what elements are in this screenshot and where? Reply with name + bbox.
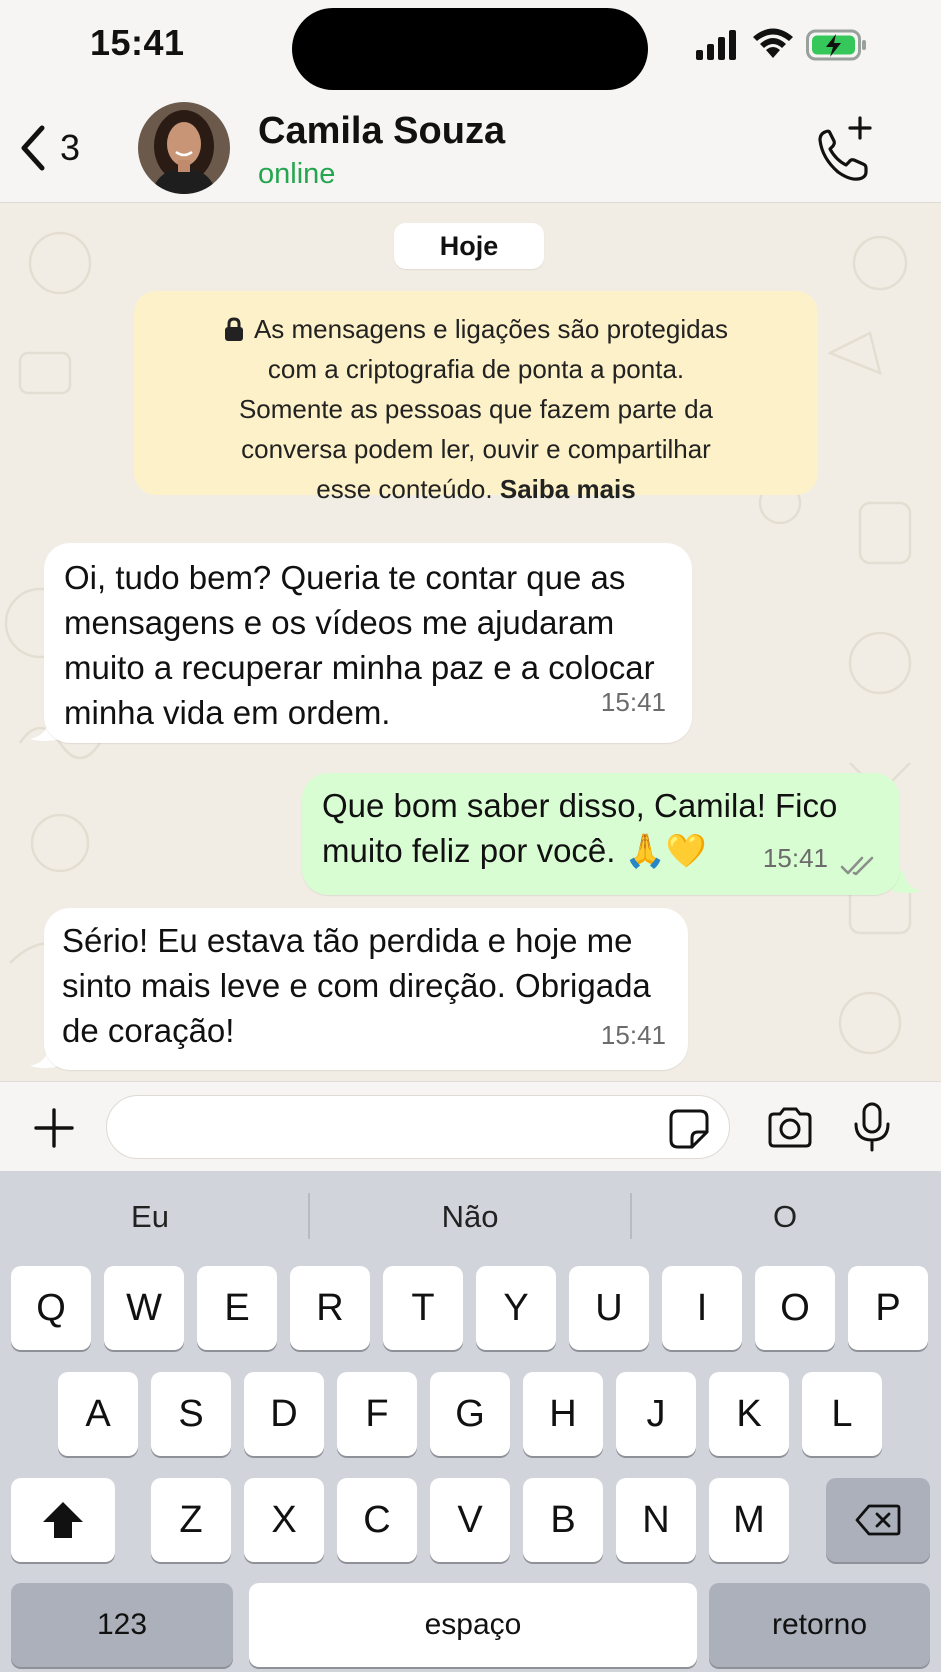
space-key[interactable]: espaço [249, 1583, 697, 1667]
back-button[interactable]: 3 [18, 118, 108, 178]
key-i[interactable]: I [662, 1266, 742, 1350]
key-n[interactable]: N [616, 1478, 696, 1562]
backspace-key[interactable] [826, 1478, 930, 1562]
key-u[interactable]: U [569, 1266, 649, 1350]
chat-area[interactable]: Hoje As mensagens e ligações são protegi… [0, 203, 941, 1081]
keyboard: Eu Não O Q W E R T Y U I O P A S D F G H… [0, 1171, 941, 1672]
key-m[interactable]: M [709, 1478, 789, 1562]
message-text: Que bom saber disso, Camila! Fico muito … [322, 787, 838, 869]
encryption-notice[interactable]: As mensagens e ligações são protegidas c… [134, 291, 818, 504]
message-outgoing[interactable]: Que bom saber disso, Camila! Fico muito … [302, 773, 900, 895]
suggestion-divider [308, 1193, 310, 1239]
camera-icon[interactable] [766, 1106, 814, 1150]
suggestion-divider [630, 1193, 632, 1239]
unread-count: 3 [60, 127, 81, 168]
encryption-line-5: esse conteúdo. [316, 474, 493, 504]
key-s[interactable]: S [151, 1372, 231, 1456]
read-receipt-icon [840, 856, 874, 876]
key-x[interactable]: X [244, 1478, 324, 1562]
sticker-icon[interactable] [668, 1108, 710, 1150]
battery-charging-icon [806, 29, 866, 61]
key-z[interactable]: Z [151, 1478, 231, 1562]
shift-key[interactable] [11, 1478, 115, 1562]
contact-name[interactable]: Camila Souza [258, 110, 505, 153]
contact-status: online [258, 158, 336, 190]
chat-header: 3 Camila Souza online [0, 96, 941, 203]
message-composer [0, 1081, 941, 1172]
key-o[interactable]: O [755, 1266, 835, 1350]
message-time: 15:41 [600, 687, 666, 717]
key-p[interactable]: P [848, 1266, 928, 1350]
lock-icon [224, 317, 243, 341]
cellular-signal-icon [696, 30, 736, 60]
status-bar: 15:41 [0, 0, 941, 96]
date-divider: Hoje [394, 223, 544, 269]
message-incoming[interactable]: Oi, tudo bem? Queria te contar que as me… [44, 543, 692, 743]
key-q[interactable]: Q [11, 1266, 91, 1350]
key-y[interactable]: Y [476, 1266, 556, 1350]
key-b[interactable]: B [523, 1478, 603, 1562]
key-f[interactable]: F [337, 1372, 417, 1456]
key-h[interactable]: H [523, 1372, 603, 1456]
microphone-icon[interactable] [852, 1102, 892, 1152]
suggestion-3[interactable]: O [635, 1199, 935, 1235]
suggestion-1[interactable]: Eu [0, 1199, 300, 1235]
status-time: 15:41 [90, 22, 185, 63]
learn-more-link[interactable]: Saiba mais [500, 474, 636, 504]
key-a[interactable]: A [58, 1372, 138, 1456]
key-l[interactable]: L [802, 1372, 882, 1456]
wifi-icon [753, 28, 793, 58]
encryption-line-1: As mensagens e ligações são protegidas [253, 314, 729, 344]
key-j[interactable]: J [616, 1372, 696, 1456]
key-v[interactable]: V [430, 1478, 510, 1562]
suggestion-2[interactable]: Não [320, 1199, 620, 1235]
dynamic-island [292, 8, 648, 90]
return-key[interactable]: retorno [709, 1583, 930, 1667]
chevron-left-icon [21, 125, 45, 171]
message-text: Sério! Eu estava tão perdida e hoje me s… [62, 922, 651, 1049]
add-call-icon[interactable] [808, 116, 878, 186]
plus-icon[interactable] [30, 1104, 78, 1152]
message-time: 15:41 [762, 843, 828, 873]
encryption-line-4: conversa podem ler, ouvir e compartilhar [241, 434, 711, 464]
key-w[interactable]: W [104, 1266, 184, 1350]
key-t[interactable]: T [383, 1266, 463, 1350]
message-input[interactable] [106, 1095, 730, 1159]
encryption-line-2: com a criptografia de ponta a ponta. [267, 354, 685, 384]
shift-icon [43, 1502, 83, 1538]
key-d[interactable]: D [244, 1372, 324, 1456]
message-text: Oi, tudo bem? Queria te contar que as me… [64, 559, 655, 731]
backspace-icon [855, 1504, 901, 1536]
key-r[interactable]: R [290, 1266, 370, 1350]
contact-avatar[interactable] [138, 102, 230, 194]
key-c[interactable]: C [337, 1478, 417, 1562]
message-incoming[interactable]: Sério! Eu estava tão perdida e hoje me s… [44, 908, 688, 1070]
key-e[interactable]: E [197, 1266, 277, 1350]
numbers-key[interactable]: 123 [11, 1583, 233, 1667]
key-g[interactable]: G [430, 1372, 510, 1456]
key-k[interactable]: K [709, 1372, 789, 1456]
message-time: 15:41 [600, 1020, 666, 1050]
encryption-line-3: Somente as pessoas que fazem parte da [238, 394, 714, 424]
